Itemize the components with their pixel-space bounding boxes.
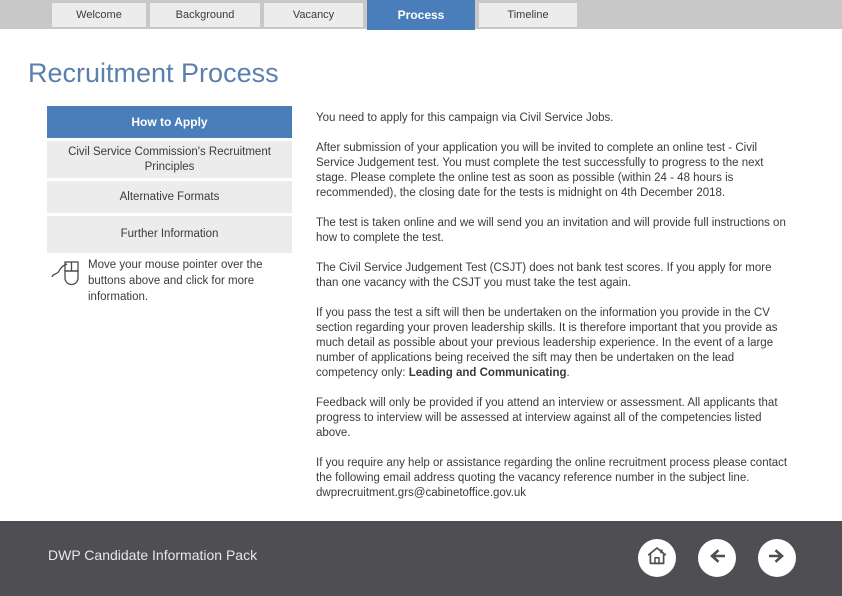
paragraph-3: The test is taken online and we will sen… xyxy=(316,217,786,244)
tab-bar: Welcome Background Vacancy Process Timel… xyxy=(0,0,842,30)
body-content: You need to apply for this campaign via … xyxy=(316,111,788,516)
mouse-hint-text: Move your mouse pointer over the buttons… xyxy=(88,259,263,303)
mouse-hint: Move your mouse pointer over the buttons… xyxy=(48,253,298,305)
menu-item-label: Further Information xyxy=(120,228,219,240)
paragraph-2: After submission of your application you… xyxy=(316,142,764,199)
paragraph-5: If you pass the test a sift will then be… xyxy=(316,306,788,381)
footer: DWP Candidate Information Pack xyxy=(0,521,842,596)
menu-item-label: How to Apply xyxy=(131,114,208,129)
lead-competency-emphasis: Leading and Communicating xyxy=(408,367,567,379)
tab-timeline[interactable]: Timeline xyxy=(479,3,577,27)
home-icon xyxy=(645,544,669,573)
tab-vacancy[interactable]: Vacancy xyxy=(264,3,363,27)
menu-item-recruitment-principles[interactable]: Civil Service Commission's Recruitment P… xyxy=(47,141,292,178)
menu-item-label: Civil Service Commission's Recruitment P… xyxy=(68,145,271,173)
menu-item-label: Alternative Formats xyxy=(119,190,220,203)
menu-item-alternative-formats[interactable]: Alternative Formats xyxy=(47,181,292,213)
tab-background[interactable]: Background xyxy=(150,3,260,27)
menu-item-how-to-apply[interactable]: How to Apply xyxy=(47,106,292,138)
home-button[interactable] xyxy=(638,539,676,577)
footer-title: DWP Candidate Information Pack xyxy=(48,547,258,563)
paragraph-1: You need to apply for this campaign via … xyxy=(316,112,614,124)
left-menu: How to Apply Civil Service Commission's … xyxy=(47,106,292,256)
tab-process[interactable]: Process xyxy=(367,0,475,30)
paragraph-4: The Civil Service Judgement Test (CSJT) … xyxy=(316,262,772,289)
paragraph-7: If you require any help or assistance re… xyxy=(316,457,788,499)
arrow-left-icon xyxy=(705,544,729,573)
arrow-right-icon xyxy=(765,544,789,573)
mouse-icon xyxy=(48,255,84,291)
page-title: Recruitment Process xyxy=(28,58,279,88)
back-button[interactable] xyxy=(698,539,736,577)
paragraph-6: Feedback will only be provided if you at… xyxy=(316,397,778,439)
next-button[interactable] xyxy=(758,539,796,577)
paragraph-5-text-after: . xyxy=(566,367,570,379)
menu-item-further-information[interactable]: Further Information xyxy=(47,216,292,253)
tab-welcome[interactable]: Welcome xyxy=(52,3,146,27)
